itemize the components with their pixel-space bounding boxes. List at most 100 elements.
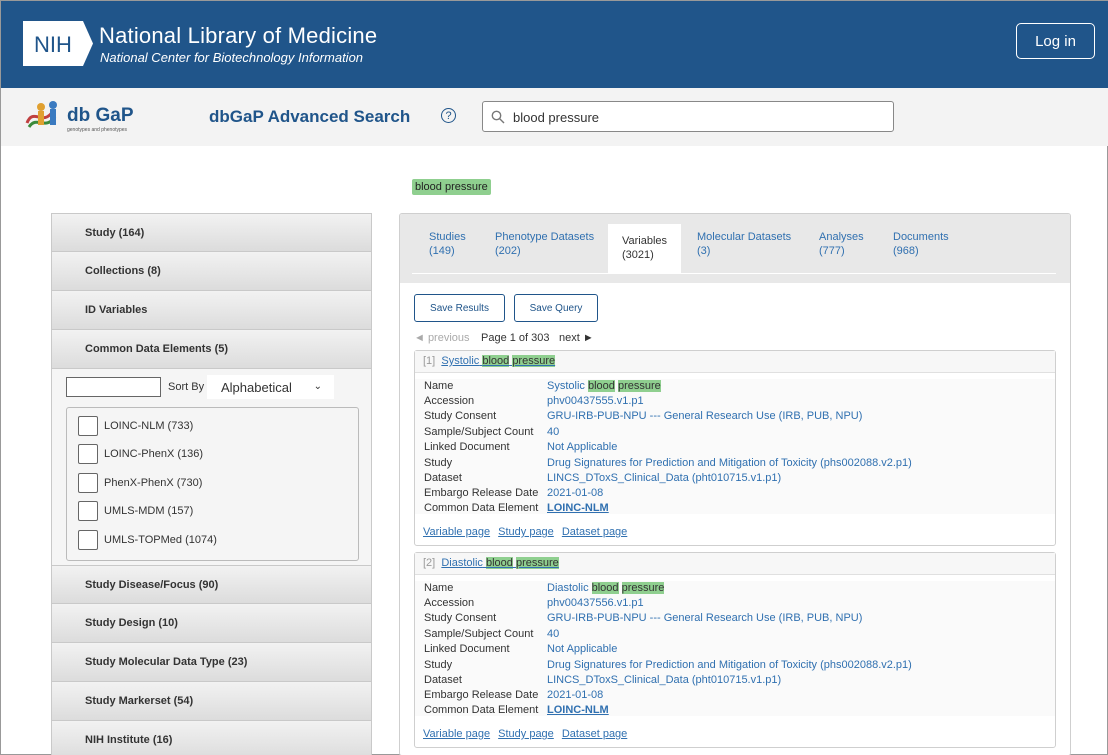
field-key: Accession (424, 395, 475, 407)
chevron-down-icon: ⌄ (313, 381, 322, 392)
cde-link[interactable]: LOINC-NLM (547, 703, 609, 718)
dataset-page-link[interactable]: Dataset page (562, 728, 627, 740)
field-key: Accession (424, 597, 475, 609)
result-title-link[interactable]: Systolic blood pressure (441, 355, 556, 367)
cde-option-label: PhenX-PhenX (730) (104, 477, 203, 489)
cde-link[interactable]: LOINC-NLM (547, 501, 609, 516)
cde-option-phenx-phenx[interactable]: PhenX-PhenX (730) (78, 473, 202, 493)
checkbox[interactable] (78, 444, 98, 464)
facet-label: Study Disease/Focus (90) (85, 578, 219, 591)
cde-option-umls-topmed[interactable]: UMLS-TOPMed (1074) (78, 530, 217, 550)
facet-study-markerset[interactable]: Study Markerset (54) (51, 682, 372, 721)
result-title-highlight: blood (482, 355, 510, 367)
variable-page-link[interactable]: Variable page (423, 728, 490, 740)
cde-option-umls-mdm[interactable]: UMLS-MDM (157) (78, 501, 193, 521)
tab-molecular-datasets[interactable]: Molecular Datasets (3) (697, 230, 791, 258)
field-key: Study Consent (424, 612, 497, 624)
nih-logo-text: NIH (34, 32, 72, 57)
field-value: phv00437556.v1.p1 (547, 597, 644, 609)
cde-option-loinc-nlm[interactable]: LOINC-NLM (733) (78, 416, 193, 436)
facet-id-variables[interactable]: ID Variables (51, 291, 372, 330)
result-card: [1] Systolic blood pressure Name Systolic… (414, 350, 1056, 546)
facet-collections[interactable]: Collections (8) (51, 252, 372, 291)
checkbox[interactable] (78, 530, 98, 550)
search-input[interactable] (513, 108, 873, 126)
result-title-text: Systolic (441, 355, 480, 367)
field-key: Study Consent (424, 410, 497, 422)
tab-studies[interactable]: Studies (149) (429, 230, 466, 258)
cde-option-list: LOINC-NLM (733) LOINC-PhenX (136) PhenX-… (66, 407, 359, 561)
field-key: Dataset (424, 472, 462, 484)
field-value: Systolic blood pressure (547, 380, 661, 392)
pager-previous[interactable]: ◄ previous (414, 332, 470, 344)
tab-label: Variables (622, 235, 668, 247)
cde-option-label: LOINC-NLM (733) (104, 420, 194, 432)
save-query-button[interactable]: Save Query (514, 294, 598, 322)
checkbox[interactable] (78, 501, 98, 521)
tab-documents[interactable]: Documents (968) (893, 230, 949, 258)
study-page-link[interactable]: Study page (498, 526, 554, 538)
sort-select[interactable]: Alphabetical ⌄ (207, 375, 334, 399)
result-index: [1] (423, 355, 436, 367)
field-key: Sample/Subject Count (424, 628, 534, 640)
checkbox[interactable] (78, 473, 98, 493)
query-term-chip[interactable]: blood pressure (412, 179, 491, 195)
field-key: Embargo Release Date (424, 487, 539, 499)
facet-common-data-elements[interactable]: Common Data Elements (5) (51, 330, 372, 369)
result-header: [2] Diastolic blood pressure (415, 553, 1055, 575)
search-icon (491, 110, 505, 124)
tab-label: Molecular Datasets (697, 231, 792, 243)
result-fields: Name Systolic blood pressure Accession phv… (415, 379, 1055, 514)
facet-study-molecular-data-type[interactable]: Study Molecular Data Type (23) (51, 643, 372, 682)
nlm-title[interactable]: National Library of Medicine (99, 23, 377, 49)
result-title-highlight: blood (486, 557, 513, 569)
field-value: 2021-01-08 (547, 487, 604, 499)
field-value: Diastolic blood pressure (547, 582, 665, 594)
tab-variables[interactable]: Variables (3021) (608, 224, 682, 274)
tab-count: (777) (819, 245, 845, 257)
save-results-button[interactable]: Save Results (414, 294, 505, 322)
pager-next[interactable]: next ► (559, 332, 594, 344)
cde-option-loinc-phenx[interactable]: LOINC-PhenX (136) (78, 444, 203, 464)
tab-phenotype-datasets[interactable]: Phenotype Datasets (202) (495, 230, 594, 258)
field-value: 40 (547, 426, 560, 438)
checkbox[interactable] (78, 416, 98, 436)
result-title-link[interactable]: Diastolic blood pressure (441, 557, 559, 569)
field-value: Drug Signatures for Prediction and Mitig… (547, 659, 912, 671)
result-title-highlight: pressure (515, 557, 559, 569)
facet-label: Study Molecular Data Type (23) (85, 656, 248, 668)
field-value: LINCS_DToxS_Clinical_Data (pht010715.v1.… (547, 674, 782, 686)
facet-study-disease-focus[interactable]: Study Disease/Focus (90) (51, 565, 372, 604)
facet-nih-institute[interactable]: NIH Institute (16) (51, 721, 372, 755)
field-value: Not Applicable (547, 441, 618, 453)
login-button[interactable]: Log in (1016, 23, 1095, 59)
cde-facet-body: Sort By Alphabetical ⌄ LOINC-NLM (733) L… (51, 369, 372, 565)
tab-analyses[interactable]: Analyses (777) (819, 230, 864, 258)
help-icon[interactable]: ? (441, 108, 456, 123)
tab-label: Documents (893, 231, 949, 243)
dbgap-logo[interactable]: db GaP genotypes and phenotypes (23, 97, 148, 135)
facet-study[interactable]: Study (164) (51, 213, 372, 252)
facet-label: Study Markerset (54) (85, 695, 194, 707)
field-key: Dataset (424, 674, 462, 686)
variable-page-link[interactable]: Variable page (423, 526, 490, 538)
nih-logo[interactable]: NIH (23, 21, 93, 66)
study-page-link[interactable]: Study page (498, 728, 554, 740)
field-key: Name (424, 582, 454, 594)
facet-filter-input[interactable] (66, 377, 161, 397)
facet-label: Study (164) (85, 226, 145, 239)
facet-label: Study Design (10) (85, 617, 178, 629)
facet-label: Collections (8) (85, 265, 161, 277)
field-key: Name (424, 380, 454, 392)
tab-label: Phenotype Datasets (495, 231, 595, 243)
facet-label: Common Data Elements (5) (85, 343, 229, 355)
dataset-page-link[interactable]: Dataset page (562, 526, 627, 538)
dbgap-logo-tagline: genotypes and phenotypes (67, 127, 128, 133)
result-card: [2] Diastolic blood pressure Name Diastol… (414, 552, 1056, 748)
dbgap-logo-text: db GaP (67, 105, 134, 126)
cde-option-label: UMLS-MDM (157) (104, 505, 194, 517)
field-key: Linked Document (424, 441, 510, 453)
sort-select-value: Alphabetical (221, 379, 292, 395)
facet-study-design[interactable]: Study Design (10) (51, 604, 372, 643)
search-box[interactable] (482, 101, 894, 132)
